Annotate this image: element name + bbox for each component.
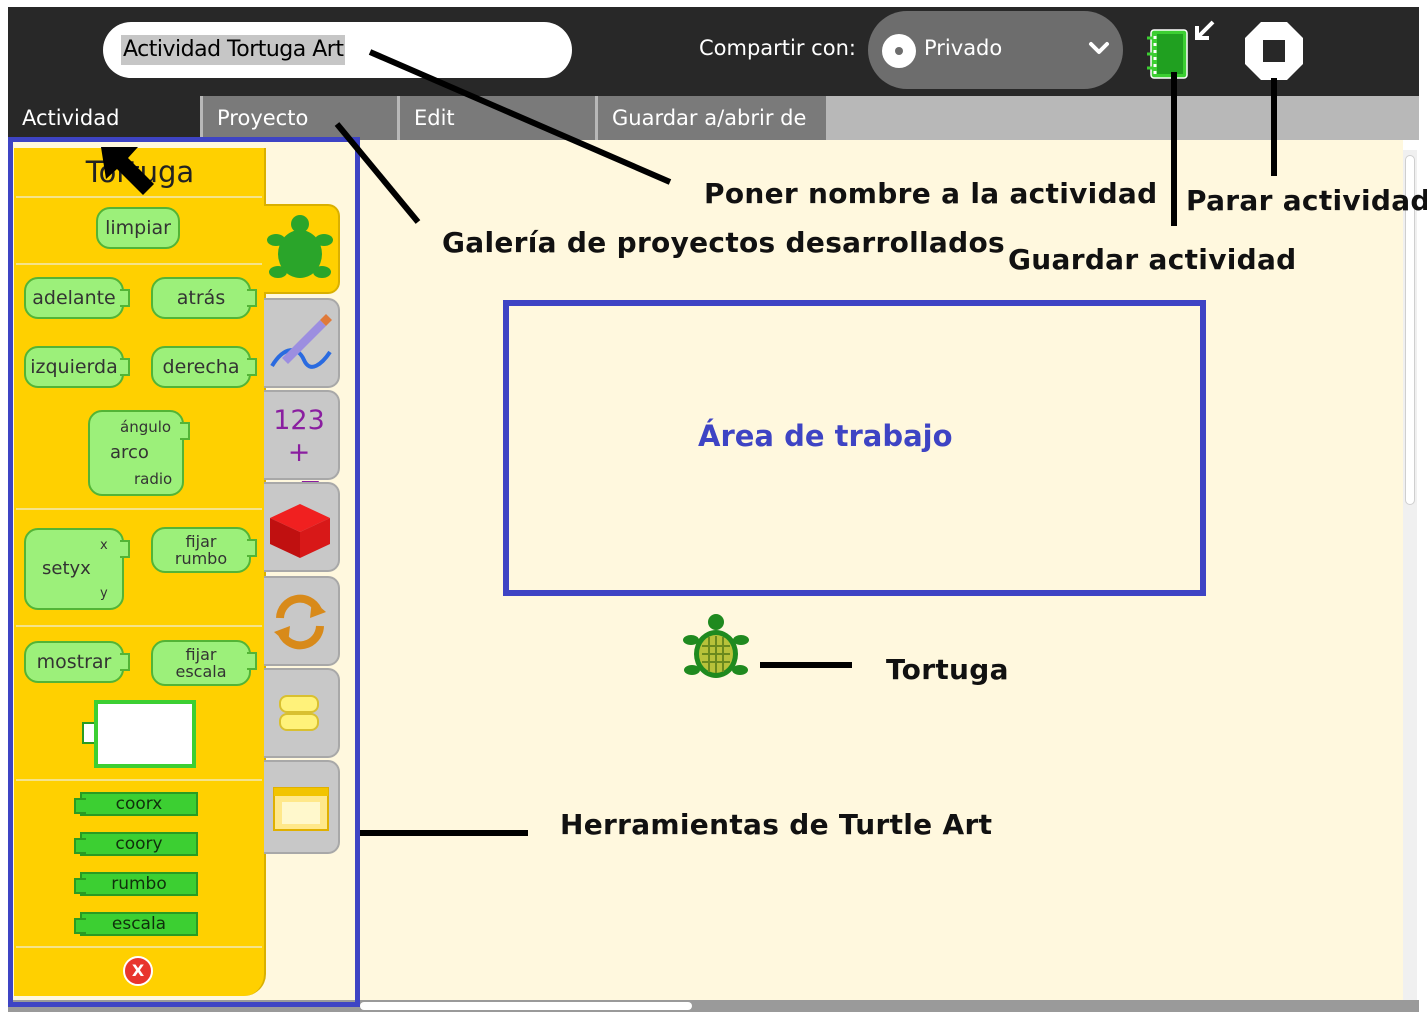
tab-proyecto[interactable]: Proyecto	[203, 96, 397, 140]
share-label: Compartir con:	[699, 36, 856, 60]
annotation-tortuga: Tortuga	[886, 653, 1009, 686]
annotation-herramientas: Herramientas de Turtle Art	[560, 808, 993, 841]
turtle-sprite-icon[interactable]	[682, 612, 750, 684]
horizontal-scrollbar-thumb[interactable]	[360, 1002, 692, 1010]
tab-actividad[interactable]: Actividad	[8, 96, 200, 140]
activity-title-value[interactable]: Actividad Tortuga Art	[121, 35, 346, 65]
annotation-galeria: Galería de proyectos desarrollados	[442, 226, 1005, 259]
tab-edit[interactable]: Edit	[400, 96, 595, 140]
tools-annotation-frame	[8, 137, 360, 1007]
chevron-down-icon[interactable]	[1084, 33, 1114, 63]
annotation-nombre: Poner nombre a la actividad	[704, 177, 1158, 210]
journal-keep-icon[interactable]	[1145, 18, 1220, 82]
annotation-parar: Parar actividad	[1186, 184, 1427, 217]
work-area-label: Área de trabajo	[698, 419, 953, 453]
share-value: Privado	[924, 36, 1003, 60]
stop-icon[interactable]	[1243, 20, 1305, 82]
private-radio-icon	[882, 34, 916, 68]
annotation-guardar: Guardar actividad	[1008, 243, 1297, 276]
tab-guardar[interactable]: Guardar a/abrir de	[598, 96, 826, 140]
